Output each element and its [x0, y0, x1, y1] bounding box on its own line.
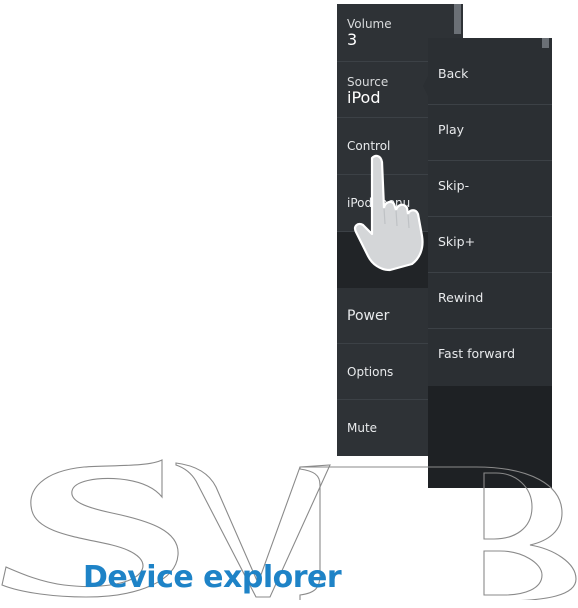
- submenu-item-rewind[interactable]: Rewind: [428, 272, 552, 329]
- submenu-item-label: Fast forward: [438, 346, 516, 361]
- submenu-item-play[interactable]: Play: [428, 104, 552, 161]
- power-label: Power: [347, 307, 390, 324]
- submenu-item-label: Skip+: [438, 234, 476, 249]
- submenu-item-back[interactable]: Back: [428, 48, 552, 105]
- submenu-item-label: Back: [438, 66, 469, 81]
- section-title: Device explorer: [83, 560, 342, 595]
- submenu-item-label: Rewind: [438, 290, 484, 305]
- submenu-item-skip-forward[interactable]: Skip+: [428, 216, 552, 273]
- volume-label: Volume: [347, 17, 392, 31]
- submenu-item-fast-forward[interactable]: Fast forward: [428, 328, 552, 384]
- options-label: Options: [347, 364, 394, 379]
- submenu-item-label: Skip-: [438, 178, 470, 193]
- submenu-item-skip-back[interactable]: Skip-: [428, 160, 552, 217]
- submenu-scrollbar[interactable]: [542, 38, 549, 48]
- submenu-item-label: Play: [438, 122, 465, 137]
- page: Volume 3 Source iPod Control iPod menu P…: [0, 0, 578, 608]
- control-submenu: Back Play Skip- Skip+ Rewind Fast forwar…: [428, 38, 552, 488]
- control-label: Control: [347, 139, 391, 153]
- mute-label: Mute: [347, 421, 378, 435]
- pointing-hand-icon: [354, 154, 424, 272]
